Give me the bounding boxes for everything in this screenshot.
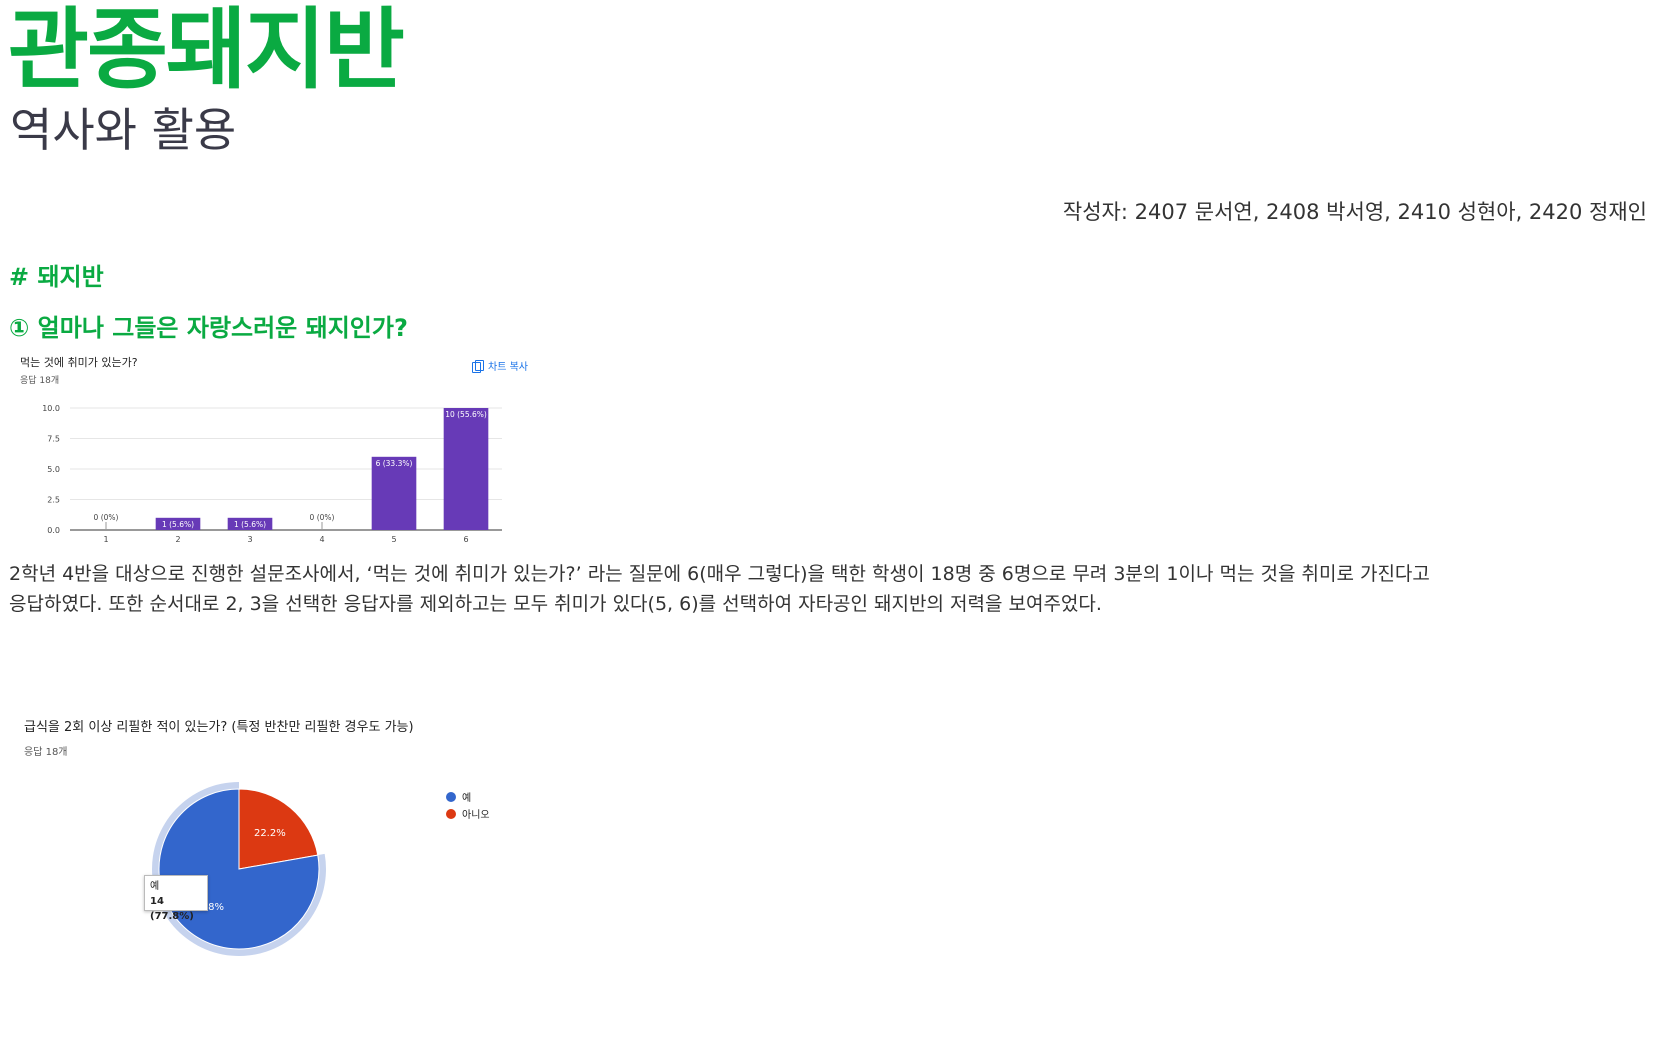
y-tick-label: 7.5 <box>47 435 60 444</box>
tooltip-value: 14 (77.8%) <box>150 896 194 922</box>
x-tick-label: 4 <box>319 535 324 544</box>
x-tick-label: 1 <box>103 535 108 544</box>
bar <box>443 408 489 530</box>
y-tick-label: 10.0 <box>42 404 60 413</box>
tooltip-label: 예 <box>150 881 160 892</box>
legend-label-no: 아니오 <box>462 810 490 821</box>
copy-icon <box>472 359 485 373</box>
x-tick-label: 2 <box>175 535 180 544</box>
bar-data-label: 0 (0%) <box>94 513 119 522</box>
page-subtitle: 역사와 활용 <box>10 103 237 157</box>
pie-percent-label: 22.2% <box>254 828 286 839</box>
bar-data-label: 1 (5.6%) <box>234 520 266 529</box>
analysis-line-1: 2학년 4반을 대상으로 진행한 설문조사에서, ‘먹는 것에 취미가 있는가?… <box>9 563 1430 585</box>
y-tick-label: 0.0 <box>47 526 60 535</box>
bar-data-label: 6 (33.3%) <box>376 459 413 468</box>
copy-chart-button[interactable]: 차트 복사 <box>472 358 528 373</box>
bar-data-label: 10 (55.6%) <box>445 410 487 419</box>
legend-item-no[interactable]: 아니오 <box>446 805 490 822</box>
pie-chart-card: 급식을 2회 이상 리필한 적이 있는가? (특정 반찬만 리필한 경우도 가능… <box>10 720 540 1018</box>
x-tick-label: 3 <box>247 535 252 544</box>
legend-dot-yes <box>446 791 456 802</box>
legend-dot-no <box>446 808 456 819</box>
legend-label-yes: 예 <box>462 793 472 804</box>
y-tick-label: 5.0 <box>47 465 60 474</box>
x-tick-label: 5 <box>391 535 396 544</box>
bar-data-label: 1 (5.6%) <box>162 520 194 529</box>
copy-chart-label: 차트 복사 <box>488 362 528 373</box>
authors-line: 작성자: 2407 문서연, 2408 박서영, 2410 성현아, 2420 … <box>1062 200 1647 224</box>
x-tick-label: 6 <box>463 535 468 544</box>
bar-chart-question: 먹는 것에 취미가 있는가? <box>20 356 138 369</box>
pie-tooltip: 예 14 (77.8%) <box>144 875 208 922</box>
bar-chart-card: 먹는 것에 취미가 있는가? 응답 18개 차트 복사 0.0 2.5 5.0 7.5… <box>10 356 540 570</box>
pie-chart-response-count: 응답 18개 <box>24 747 68 758</box>
pie-chart-question: 급식을 2회 이상 리필한 적이 있는가? (특정 반찬만 리필한 경우도 가능… <box>24 720 414 735</box>
pie-legend: 예 아니오 <box>446 788 490 822</box>
legend-item-yes[interactable]: 예 <box>446 788 490 805</box>
bar-chart: 0.0 2.5 5.0 7.5 10.0 0 (0%) 1 1 (5.6%) 2 1 (5.6%)… <box>42 404 502 544</box>
analysis-line-2: 응답하였다. 또한 순서대로 2, 3을 선택한 응답자를 제외하고는 모두 취… <box>9 593 1102 615</box>
bar-data-label: 0 (0%) <box>310 513 335 522</box>
section-heading: # 돼지반 <box>9 263 104 291</box>
question-heading: ① 얼마나 그들은 자랑스러운 돼지인가? <box>9 314 408 342</box>
y-tick-label: 2.5 <box>47 496 60 505</box>
page-title: 관종돼지반 <box>8 0 405 101</box>
